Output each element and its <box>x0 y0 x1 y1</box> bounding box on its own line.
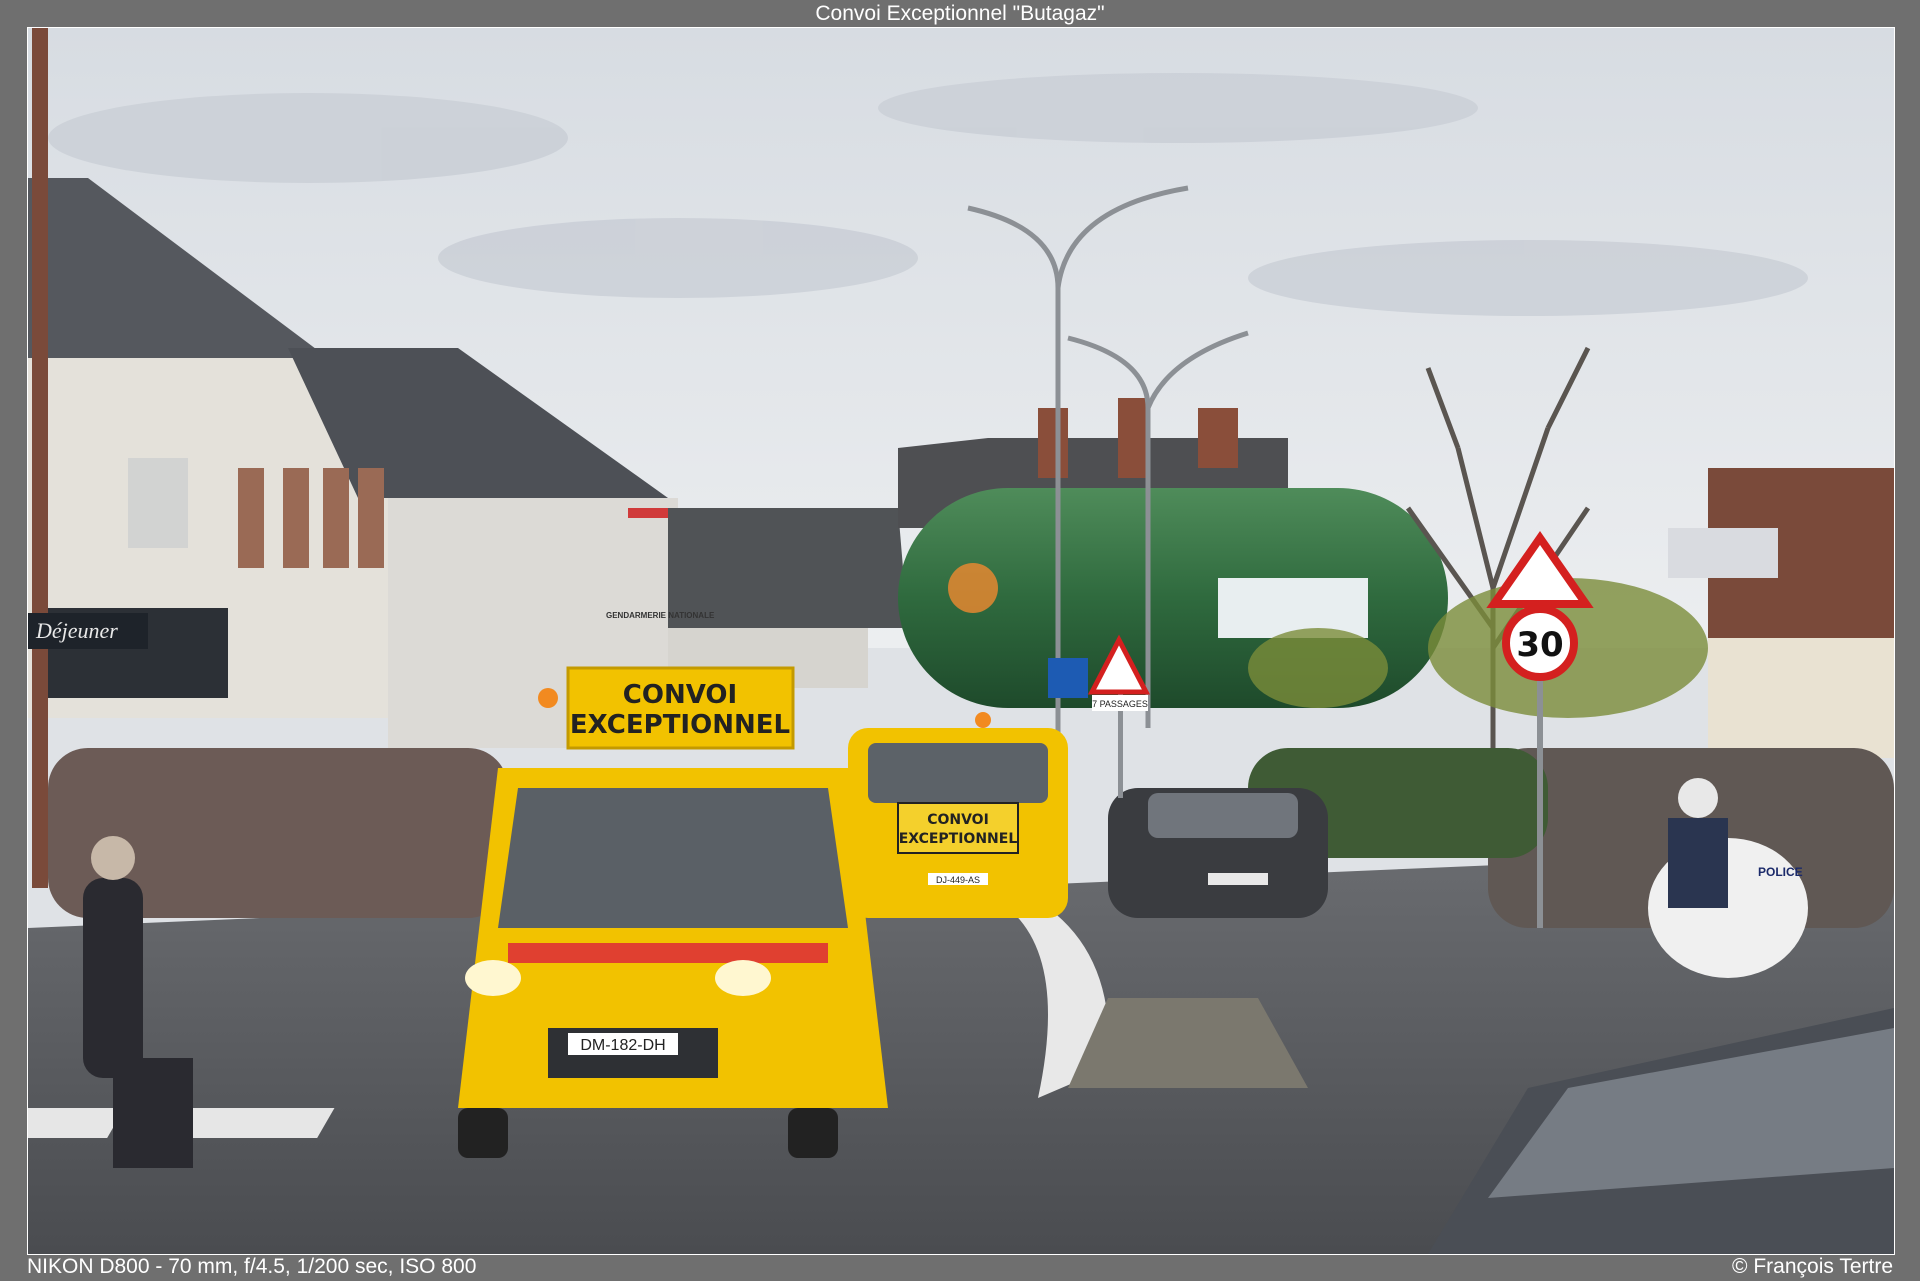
shop-sign-text: Déjeuner <box>35 618 118 643</box>
crossing-sign-caption: 7 PASSAGES <box>1092 699 1148 709</box>
second-sign-line-1: CONVOI <box>927 812 989 828</box>
speed-limit-value: 30 <box>1516 625 1563 665</box>
storefront-sign: Déjeuner <box>28 613 148 649</box>
police-label: POLICE <box>1758 865 1803 879</box>
exif-caption: NIKON D800 - 70 mm, f/4.5, 1/200 sec, IS… <box>27 1255 477 1278</box>
second-plate: DJ-449-AS <box>936 875 980 885</box>
gendarmerie-sign: GENDARMERIE NATIONALE <box>606 611 715 620</box>
second-sign-line-2: EXCEPTIONNEL <box>899 831 1018 847</box>
copyright-caption: © François Tertre <box>1732 1255 1893 1278</box>
dark-car <box>1108 788 1328 918</box>
second-escort-van: CONVOI EXCEPTIONNEL DJ-449-AS <box>848 712 1068 918</box>
front-plate: DM-182-DH <box>580 1037 665 1054</box>
photograph: CONVOI EXCEPTIONNEL DJ-449-AS CONVOI EXC… <box>27 27 1895 1255</box>
utility-pole <box>32 28 48 888</box>
front-sign-line-1: CONVOI <box>623 680 737 710</box>
photo-title: Convoi Exceptionnel "Butagaz" <box>815 2 1105 25</box>
gendarmerie-label: GENDARMERIE NATIONALE <box>606 611 715 620</box>
front-sign-line-2: EXCEPTIONNEL <box>570 710 790 740</box>
